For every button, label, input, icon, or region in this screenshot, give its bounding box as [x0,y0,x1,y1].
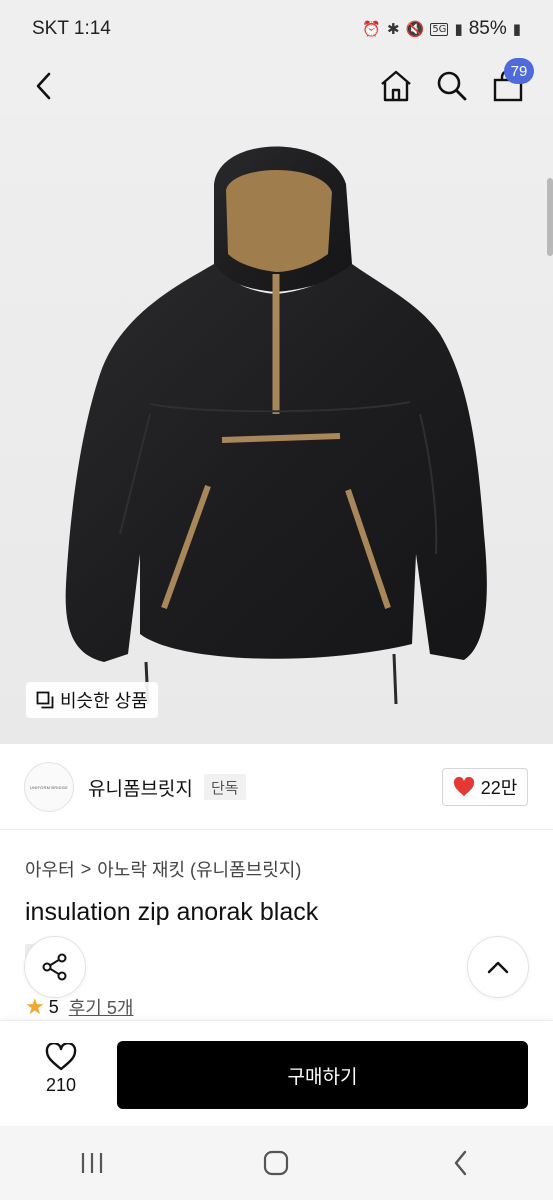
breadcrumb-separator: > [80,858,92,879]
brand-logo[interactable]: UNIFORM BRIDGE [24,762,74,812]
star-icon: ★ [25,994,45,1020]
similar-products-button[interactable]: 비슷한 상품 [26,682,158,718]
cart-button[interactable]: 79 [486,58,534,108]
heart-outline-icon [45,1043,77,1071]
heart-filled-icon [453,777,474,796]
purchase-bar: 210 구매하기 [0,1020,553,1126]
product-image[interactable]: 비슷한 상품 [0,114,553,744]
search-button[interactable] [430,64,474,108]
home-icon [381,70,411,102]
search-icon [437,71,467,101]
rating-value: 5 [48,996,59,1017]
jacket-image [65,146,487,705]
recent-apps-button[interactable] [62,1133,122,1193]
brand-name[interactable]: 유니폼브릿지 [88,774,193,801]
cart-count-badge: 79 [504,58,534,84]
breadcrumb-category[interactable]: 아우터 [25,856,75,882]
bluetooth-icon: ✱ [387,20,400,38]
status-icons: ⏰ ✱ 🔇 5G ▮ 85% ▮ [362,18,521,40]
breadcrumb-subcategory[interactable]: 아노락 재킷 (유니폼브릿지) [97,856,301,882]
wishlist-button[interactable]: 210 [28,1043,94,1107]
review-link[interactable]: 후기 5개 [69,994,134,1020]
carrier-time: SKT 1:14 [32,18,111,39]
brand-like-count: 22만 [480,778,518,798]
wishlist-count: 210 [45,1075,77,1095]
home-circle-icon [264,1150,289,1176]
status-bar: SKT 1:14 ⏰ ✱ 🔇 5G ▮ 85% ▮ [0,0,553,58]
network-type: 5G [430,22,449,36]
image-scroll-indicator [547,178,553,256]
brand-row: UNIFORM BRIDGE 유니폼브릿지 단독 22만 [0,744,553,830]
recent-apps-icon [82,1153,103,1173]
system-back-button[interactable] [431,1133,491,1193]
mute-icon: 🔇 [405,20,425,38]
back-button[interactable] [22,64,66,108]
brand-like-button[interactable]: 22만 [442,768,528,806]
share-icon [42,953,67,981]
battery-icon: ▮ [512,20,521,38]
chevron-left-icon [454,1150,467,1176]
buy-button[interactable]: 구매하기 [117,1041,528,1109]
exclusive-badge: 단독 [204,774,246,800]
battery-level: 85% [468,18,507,39]
scroll-top-button[interactable] [467,936,529,998]
home-system-button[interactable] [246,1133,306,1193]
copy-icon [36,691,54,709]
breadcrumb: 아우터 > 아노락 재킷 (유니폼브릿지) [25,856,301,882]
product-title: insulation zip anorak black [25,898,319,926]
system-nav-bar [0,1126,553,1200]
share-button[interactable] [24,936,86,998]
home-button[interactable] [374,64,418,108]
app-header: 79 [0,58,553,114]
rating-row: ★ 5 후기 5개 [25,994,133,1020]
signal-icon: ▮ [454,20,463,38]
similar-products-label: 비슷한 상품 [60,691,148,711]
alarm-icon: ⏰ [362,20,382,38]
chevron-up-icon [487,961,509,974]
brand-logo-text: UNIFORM BRIDGE [30,784,68,790]
chevron-left-icon [36,72,51,100]
